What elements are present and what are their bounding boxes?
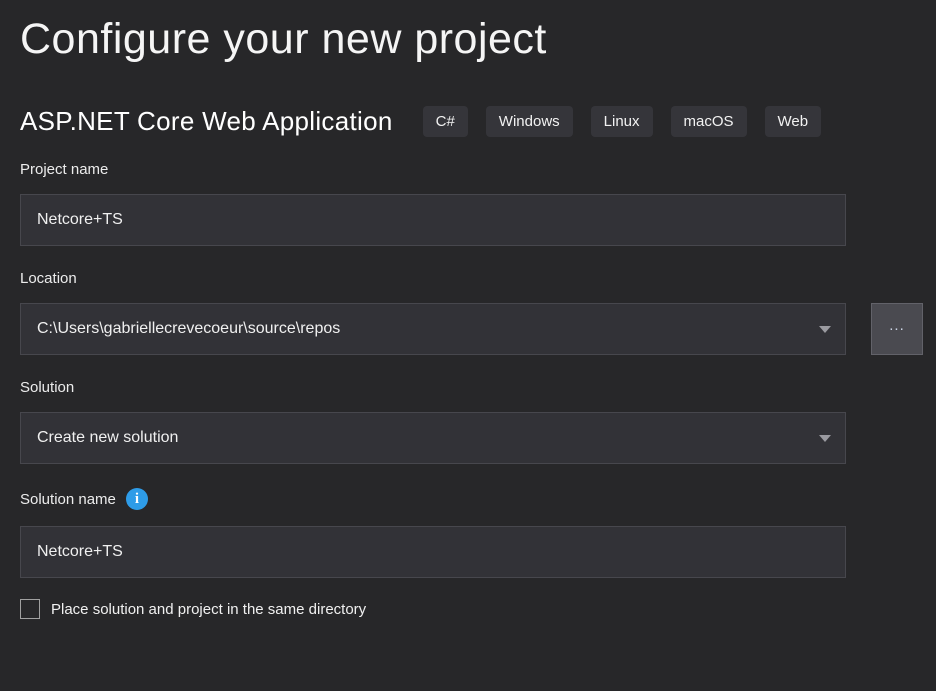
location-combobox[interactable]: C:\Users\gabriellecrevecoeur\source\repo… xyxy=(20,303,846,355)
solution-name-label-row: Solution name i xyxy=(20,488,936,510)
tag-linux: Linux xyxy=(591,106,653,137)
browse-location-button[interactable]: ... xyxy=(871,303,923,355)
same-directory-checkbox[interactable] xyxy=(20,599,40,619)
same-directory-label: Place solution and project in the same d… xyxy=(51,601,366,618)
location-label: Location xyxy=(20,270,936,287)
same-directory-row: Place solution and project in the same d… xyxy=(20,599,936,619)
tag-macos: macOS xyxy=(671,106,747,137)
solution-name-input[interactable] xyxy=(20,526,846,578)
chevron-down-icon xyxy=(819,435,831,442)
solution-combobox[interactable]: Create new solution xyxy=(20,412,846,464)
location-value: C:\Users\gabriellecrevecoeur\source\repo… xyxy=(37,320,340,338)
chevron-down-icon xyxy=(819,326,831,333)
template-header: ASP.NET Core Web Application C# Windows … xyxy=(20,106,936,137)
tag-web: Web xyxy=(765,106,822,137)
template-name: ASP.NET Core Web Application xyxy=(20,106,393,137)
template-tags: C# Windows Linux macOS Web xyxy=(423,106,822,137)
configure-project-dialog: Configure your new project ASP.NET Core … xyxy=(0,0,936,691)
solution-name-group: Solution name i xyxy=(20,488,936,578)
solution-label: Solution xyxy=(20,379,936,396)
solution-group: Solution Create new solution xyxy=(20,379,936,464)
page-title: Configure your new project xyxy=(20,10,936,68)
tag-csharp: C# xyxy=(423,106,468,137)
tag-windows: Windows xyxy=(486,106,573,137)
location-row: C:\Users\gabriellecrevecoeur\source\repo… xyxy=(20,303,936,355)
solution-name-label: Solution name xyxy=(20,491,116,508)
info-icon[interactable]: i xyxy=(126,488,148,510)
project-name-label: Project name xyxy=(20,161,936,178)
project-name-group: Project name xyxy=(20,161,936,246)
location-group: Location C:\Users\gabriellecrevecoeur\so… xyxy=(20,270,936,355)
solution-value: Create new solution xyxy=(37,429,178,447)
project-name-input[interactable] xyxy=(20,194,846,246)
